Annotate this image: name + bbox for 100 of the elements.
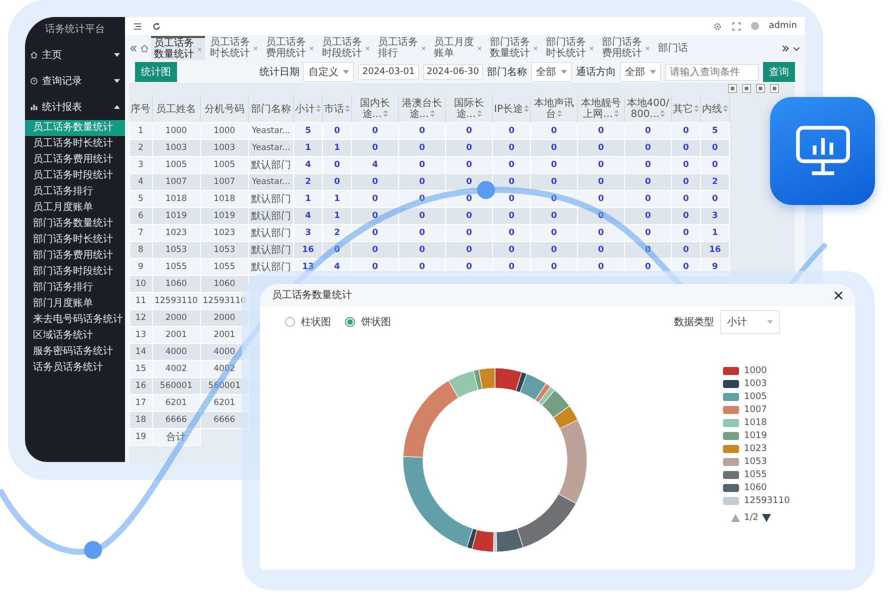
legend-swatch[interactable] — [723, 419, 739, 427]
fullscreen-icon[interactable] — [732, 22, 741, 30]
legend-swatch[interactable] — [723, 497, 739, 505]
nav-subitem[interactable]: 服务密码话务统计 — [25, 344, 125, 360]
legend-label[interactable]: 1000 — [744, 366, 767, 376]
sort-icon[interactable] — [382, 110, 388, 117]
radio-button[interactable] — [285, 317, 295, 327]
table-cell: 2 — [322, 224, 352, 242]
radio-button[interactable] — [345, 317, 355, 327]
data-type-select[interactable]: 小计 — [720, 310, 780, 334]
table-cell: 默认部门 — [248, 156, 294, 174]
donut-slice[interactable] — [496, 528, 524, 552]
nav-subitem[interactable]: 员工话务数量统计 — [25, 120, 125, 136]
tab[interactable]: 员工月度账单 — [431, 36, 485, 60]
sort-icon[interactable] — [316, 104, 322, 112]
table-cell: 13 — [130, 326, 152, 344]
legend-label[interactable]: 1018 — [744, 418, 767, 428]
triangle-down-icon[interactable] — [762, 514, 772, 522]
direction-select[interactable]: 全部 — [620, 62, 661, 82]
nav-subitem[interactable]: 员工话务时段统计 — [25, 168, 125, 184]
legend-swatch[interactable] — [723, 380, 739, 388]
sort-icon[interactable] — [524, 104, 530, 112]
avatar-icon[interactable] — [750, 22, 759, 30]
legend-label[interactable]: 1007 — [744, 405, 767, 415]
legend-label[interactable]: 1019 — [744, 431, 767, 441]
user-name[interactable]: admin — [768, 21, 797, 31]
sort-icon[interactable] — [694, 104, 700, 112]
tab[interactable]: 部门话务时长统计 — [543, 36, 597, 60]
tab[interactable]: 部门话务费用统计 — [599, 36, 653, 60]
legend-swatch[interactable] — [723, 432, 739, 440]
legend-label[interactable]: 1053 — [744, 457, 767, 467]
menu-icon[interactable] — [133, 22, 142, 30]
settings-icon[interactable] — [712, 22, 722, 30]
donut-slice[interactable] — [472, 529, 494, 552]
legend-label[interactable]: 12593110 — [744, 496, 790, 506]
tab[interactable]: 员工话务数量统计 — [151, 36, 205, 60]
date-mode-select[interactable]: 自定义 — [303, 62, 354, 82]
date-field[interactable]: 2024-03-01 — [358, 64, 419, 80]
scroll-left-icon[interactable] — [129, 44, 138, 52]
chart-button[interactable]: 统计图 — [135, 62, 177, 82]
nav-subitem[interactable]: 话务员话务统计 — [25, 360, 125, 376]
tab[interactable]: 部门话 — [655, 36, 702, 60]
sort-icon[interactable] — [557, 110, 562, 117]
nav-item[interactable]: 统计报表 — [25, 94, 125, 120]
department-select[interactable]: 全部 — [531, 62, 572, 82]
scroll-right-icon[interactable] — [781, 44, 790, 52]
table-cell: 9 — [130, 258, 152, 276]
legend-swatch[interactable] — [723, 367, 739, 375]
radio-label[interactable]: 柱状图 — [301, 315, 331, 329]
nav-subitem[interactable]: 来去电号码话务统计 — [25, 312, 125, 328]
refresh-icon[interactable] — [152, 22, 161, 30]
donut-slice[interactable] — [516, 494, 576, 548]
legend-label[interactable]: 1003 — [744, 379, 767, 389]
radio-label[interactable]: 饼状图 — [361, 315, 391, 329]
donut-slice[interactable] — [494, 368, 522, 392]
close-icon[interactable] — [834, 290, 843, 300]
donut-slice[interactable] — [558, 420, 588, 504]
tab[interactable]: 员工话务排行 — [375, 36, 429, 60]
nav-subitem[interactable]: 部门话务时段统计 — [25, 264, 125, 280]
nav-subitem[interactable]: 员工月度账单 — [25, 200, 125, 216]
legend-swatch[interactable] — [723, 458, 739, 466]
table-cell: 0 — [672, 156, 701, 174]
nav-subitem[interactable]: 部门话务时长统计 — [25, 232, 125, 248]
legend-swatch[interactable] — [723, 406, 739, 414]
nav-subitem[interactable]: 部门月度账单 — [25, 296, 125, 312]
home-icon[interactable] — [140, 44, 149, 52]
sort-icon[interactable] — [723, 104, 728, 112]
donut-slice[interactable] — [520, 373, 546, 400]
legend-label[interactable]: 1005 — [744, 392, 767, 402]
nav-subitem[interactable]: 部门话务排行 — [25, 280, 125, 296]
legend-swatch[interactable] — [723, 471, 739, 479]
field-label: 统计日期 — [259, 66, 300, 79]
sort-icon[interactable] — [660, 110, 666, 117]
legend-swatch[interactable] — [723, 445, 739, 453]
search-button[interactable]: 查询 — [763, 62, 795, 82]
sort-icon[interactable] — [430, 110, 435, 117]
legend-label[interactable]: 1023 — [744, 444, 767, 454]
sort-icon[interactable] — [476, 110, 482, 117]
tab[interactable]: 部门话务数量统计 — [487, 36, 541, 60]
nav-subitem[interactable]: 员工话务费用统计 — [25, 152, 125, 168]
nav-subitem[interactable]: 区域话务统计 — [25, 328, 125, 344]
legend-swatch[interactable] — [723, 393, 739, 401]
table-cell: 0 — [446, 140, 493, 156]
nav-item[interactable]: 查询记录 — [25, 68, 125, 94]
nav-subitem[interactable]: 部门话务费用统计 — [25, 248, 125, 264]
tab[interactable]: 员工话务费用统计 — [263, 36, 317, 60]
legend-swatch[interactable] — [723, 484, 739, 492]
legend-label[interactable]: 1055 — [744, 470, 767, 480]
tab[interactable]: 员工话务时长统计 — [207, 36, 261, 60]
sort-icon[interactable] — [345, 104, 350, 112]
search-field[interactable]: 请输入查询条件 — [665, 64, 759, 80]
nav-item[interactable]: 主页 — [25, 42, 125, 68]
table-cell: 12593110 — [152, 292, 200, 310]
nav-subitem[interactable]: 部门话务数量统计 — [25, 216, 125, 232]
nav-subitem[interactable]: 员工话务排行 — [25, 184, 125, 200]
nav-subitem[interactable]: 员工话务时长统计 — [25, 136, 125, 152]
legend-label[interactable]: 1060 — [744, 483, 767, 493]
tab[interactable]: 员工话务时段统计 — [319, 36, 373, 60]
sort-icon[interactable] — [614, 110, 619, 117]
date-field[interactable]: 2024-06-30 — [422, 64, 483, 80]
